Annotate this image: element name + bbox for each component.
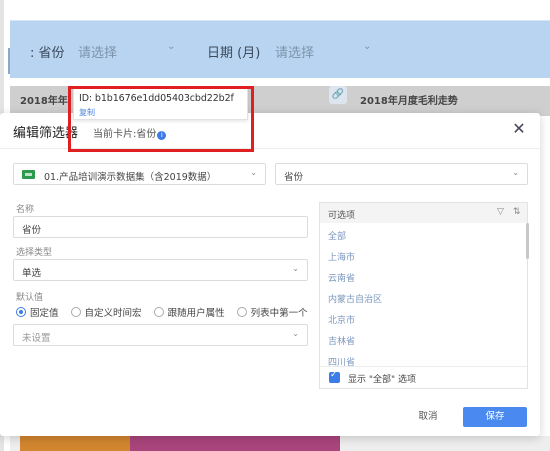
radio-selected-icon (16, 307, 26, 317)
card-title-right: 2018年月度毛利走势 (360, 96, 458, 107)
show-all-label: 显示 "全部" 选项 (348, 375, 417, 385)
show-all-checkbox[interactable] (329, 370, 340, 383)
current-card-label: 当前卡片:省份 i (93, 125, 167, 140)
list-item[interactable]: 北京市 (328, 313, 355, 326)
radio-label: 跟随用户属性 (167, 308, 225, 319)
field-select[interactable]: 省份 ⌄ (275, 163, 528, 185)
date-filter-label: 日期 (月) (207, 46, 261, 61)
list-item[interactable]: 全部 (328, 229, 346, 242)
radio-first-in-list[interactable]: 列表中第一个 (236, 305, 308, 319)
spreadsheet-icon (22, 170, 35, 179)
chevron-down-icon[interactable]: ⌄ (167, 41, 175, 52)
dataset-select[interactable]: 01.产品培训演示数据集（含2019数据） ⌄ (13, 163, 266, 185)
cancel-button[interactable]: 取消 (410, 408, 446, 426)
field-select-value: 省份 (284, 172, 304, 183)
options-scrollbar[interactable] (526, 223, 529, 259)
filter-divider (8, 48, 10, 74)
options-title: 可选项 (328, 211, 356, 221)
default-radio-group: 固定值 自定义时间宏 跟随用户属性 列表中第一个 (16, 305, 317, 319)
filter-icon[interactable]: ▽ (497, 207, 504, 217)
options-panel: 可选项 ▽ ⇅ 全部 上海市 云南省 内蒙古自治区 北京市 吉林省 四川省 显示… (319, 202, 528, 389)
chevron-down-icon: ⌄ (250, 168, 257, 177)
date-filter-select[interactable]: 请选择 (275, 42, 314, 61)
card-id-text: ID: b1b1676e1dd05403cbd22b2f (79, 93, 234, 104)
type-select-value: 单选 (22, 268, 42, 279)
province-filter-label: : 省份 (30, 46, 65, 61)
type-select[interactable]: 单选 ⌄ (13, 259, 308, 281)
list-item[interactable]: 上海市 (328, 250, 355, 263)
radio-icon (236, 307, 247, 317)
radio-fixed[interactable]: 固定值 (16, 305, 59, 319)
radio-label: 固定值 (30, 308, 59, 319)
list-item[interactable]: 内蒙古自治区 (328, 292, 382, 305)
default-label: 默认值 (16, 293, 44, 303)
name-label: 名称 (16, 205, 35, 215)
sort-icon[interactable]: ⇅ (513, 207, 521, 217)
card-title-left: 2018年年 (20, 96, 68, 107)
close-icon[interactable]: ✕ (511, 120, 527, 138)
current-card-text: 当前卡片:省份 (93, 129, 157, 140)
dataset-select-value: 01.产品培训演示数据集（含2019数据） (44, 172, 217, 183)
radio-user-attr[interactable]: 跟随用户属性 (153, 305, 225, 319)
type-label: 选择类型 (16, 248, 53, 258)
id-tooltip: ID: b1b1676e1dd05403cbd22b2f 复制 (73, 88, 248, 120)
name-input[interactable]: 省份 (13, 216, 308, 238)
name-input-value: 省份 (22, 225, 42, 236)
list-item[interactable]: 云南省 (328, 271, 355, 284)
chart-segment (130, 436, 340, 451)
edit-filter-dialog: 编辑筛选器 当前卡片:省份 i ✕ 01.产品培训演示数据集（含2019数据） ⌄… (0, 113, 540, 436)
default-value-select[interactable]: 未设置 ⌄ (13, 324, 308, 346)
link-icon[interactable]: 🔗 (329, 86, 347, 104)
dialog-title: 编辑筛选器 (13, 126, 79, 141)
radio-icon (70, 307, 81, 317)
save-button[interactable]: 保存 (463, 407, 527, 427)
list-item[interactable]: 吉林省 (328, 334, 355, 347)
radio-time-macro[interactable]: 自定义时间宏 (70, 305, 142, 319)
chevron-down-icon: ⌄ (292, 329, 299, 338)
options-list: 全部 上海市 云南省 内蒙古自治区 北京市 吉林省 四川省 (320, 223, 527, 366)
chart-segment (20, 436, 130, 451)
chevron-down-icon[interactable]: ⌄ (363, 41, 371, 52)
chart-bottom-strip (10, 436, 550, 451)
chevron-down-icon: ⌄ (292, 264, 299, 273)
show-all-option[interactable]: 显示 "全部" 选项 (320, 366, 527, 388)
province-filter-select[interactable]: 请选择 (78, 42, 117, 61)
default-value-text: 未设置 (22, 333, 51, 344)
filter-bar: : 省份 请选择 ⌄ 日期 (月) 请选择 ⌄ (10, 20, 550, 78)
options-header: 可选项 ▽ ⇅ (320, 203, 527, 223)
chevron-down-icon: ⌄ (512, 168, 519, 177)
info-icon[interactable]: i (157, 131, 167, 140)
radio-label: 自定义时间宏 (84, 308, 142, 319)
list-item[interactable]: 四川省 (328, 355, 355, 366)
radio-icon (153, 307, 164, 317)
radio-label: 列表中第一个 (250, 308, 308, 319)
copy-link[interactable]: 复制 (79, 107, 95, 118)
